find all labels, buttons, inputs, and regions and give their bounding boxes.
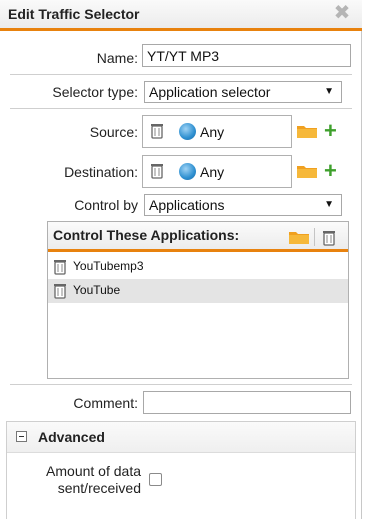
divider bbox=[10, 108, 352, 109]
comment-label: Comment: bbox=[73, 395, 138, 411]
dropdown-arrow-icon: ▼ bbox=[324, 199, 334, 210]
list-item-selected[interactable]: YouTube bbox=[48, 279, 348, 303]
name-input[interactable] bbox=[142, 44, 351, 67]
trash-icon[interactable] bbox=[151, 163, 163, 179]
amount-of-data-label: Amount of data sent/received bbox=[23, 463, 141, 497]
close-icon[interactable]: ✖ bbox=[333, 3, 351, 23]
destination-value: Any bbox=[200, 164, 225, 180]
selector-type-label: Selector type: bbox=[52, 84, 138, 100]
applications-panel: Control These Applications: YouTubemp3 Y… bbox=[47, 221, 349, 379]
destination-field[interactable]: Any bbox=[142, 155, 292, 188]
toolbar-separator bbox=[314, 228, 315, 246]
trash-icon[interactable] bbox=[54, 259, 66, 275]
destination-label: Destination: bbox=[64, 164, 138, 180]
folder-icon[interactable] bbox=[289, 230, 309, 244]
application-label: YouTubemp3 bbox=[73, 259, 144, 273]
globe-icon bbox=[179, 123, 196, 140]
advanced-title: Advanced bbox=[38, 429, 105, 445]
plus-icon[interactable]: + bbox=[324, 120, 338, 142]
collapse-icon[interactable] bbox=[16, 431, 27, 442]
list-item[interactable]: YouTubemp3 bbox=[48, 255, 348, 279]
advanced-section: Advanced Amount of data sent/received bbox=[6, 421, 356, 519]
edit-traffic-selector-dialog: Edit Traffic Selector ✖ Name: Selector t… bbox=[0, 0, 362, 519]
divider bbox=[10, 384, 352, 385]
applications-panel-title: Control These Applications: bbox=[53, 227, 240, 243]
selector-type-select[interactable]: Application selector ▼ bbox=[144, 81, 342, 103]
source-label: Source: bbox=[89, 124, 138, 140]
divider bbox=[10, 74, 352, 75]
selector-type-value: Application selector bbox=[149, 84, 271, 100]
globe-icon bbox=[179, 163, 196, 180]
amount-label-line2: sent/received bbox=[57, 480, 141, 496]
comment-input[interactable] bbox=[143, 391, 351, 414]
application-label: YouTube bbox=[73, 283, 121, 297]
plus-icon[interactable]: + bbox=[324, 160, 338, 182]
amount-label-line1: Amount of data bbox=[46, 463, 141, 479]
trash-icon[interactable] bbox=[151, 123, 163, 139]
applications-panel-header: Control These Applications: bbox=[48, 222, 348, 252]
source-value: Any bbox=[200, 124, 225, 140]
amount-of-data-checkbox[interactable] bbox=[149, 473, 162, 486]
control-by-value: Applications bbox=[149, 197, 225, 213]
name-label: Name: bbox=[96, 50, 138, 66]
title-bar: Edit Traffic Selector ✖ bbox=[0, 0, 362, 31]
trash-icon[interactable] bbox=[323, 230, 335, 246]
dropdown-arrow-icon: ▼ bbox=[324, 86, 334, 97]
dialog-title: Edit Traffic Selector bbox=[8, 6, 140, 22]
trash-icon[interactable] bbox=[54, 283, 66, 299]
advanced-section-header[interactable]: Advanced bbox=[7, 422, 355, 453]
control-by-select[interactable]: Applications ▼ bbox=[144, 194, 342, 216]
folder-icon[interactable] bbox=[297, 164, 317, 178]
folder-icon[interactable] bbox=[297, 124, 317, 138]
control-by-label: Control by bbox=[74, 197, 138, 213]
source-field[interactable]: Any bbox=[142, 115, 292, 148]
